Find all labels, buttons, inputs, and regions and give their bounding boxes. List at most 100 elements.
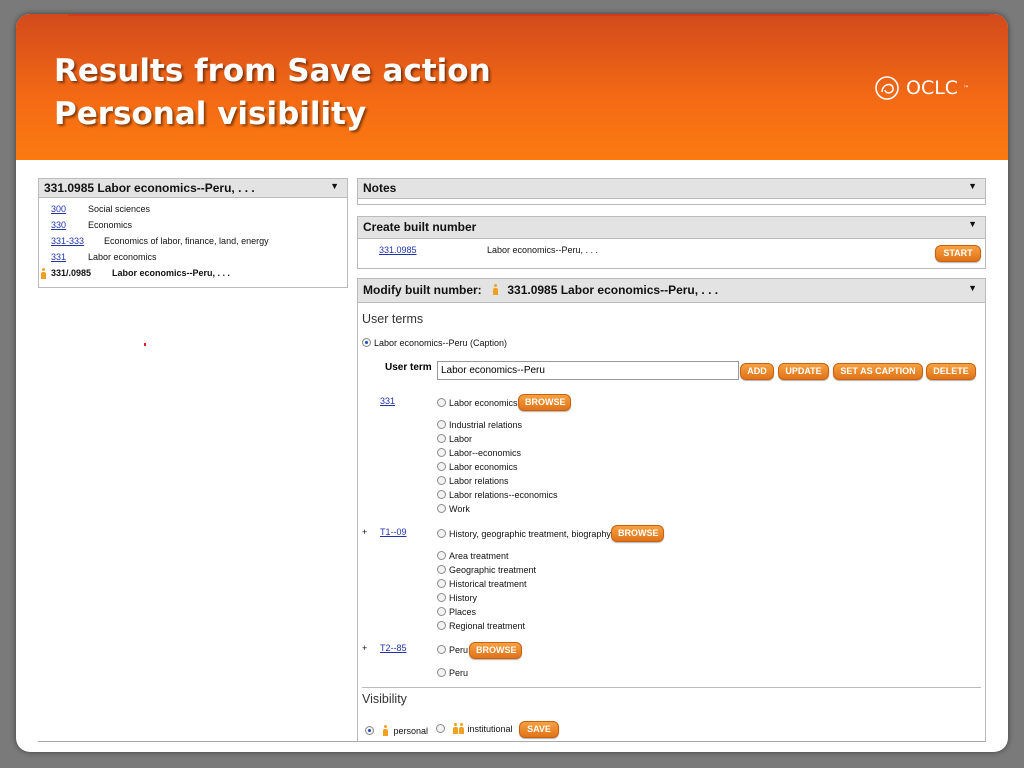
logo-trademark: ™ [963, 84, 970, 92]
term-option-label: Geographic treatment [449, 565, 537, 575]
bottom-border-line [38, 741, 986, 742]
personal-user-icon [493, 284, 498, 295]
term-radio[interactable] [437, 462, 446, 471]
term-group-link[interactable]: T2--85 [380, 643, 407, 653]
add-button[interactable]: ADD [740, 363, 774, 380]
selected-term-option[interactable]: Labor economics--Peru (Caption) [362, 338, 507, 348]
visibility-personal-radio[interactable] [365, 726, 374, 735]
term-radio[interactable] [437, 490, 446, 499]
browse-button[interactable]: BROWSE [469, 642, 522, 659]
hierarchy-label: Labor economics--Peru, . . . [112, 268, 231, 278]
update-button[interactable]: UPDATE [778, 363, 829, 380]
title-line-2: Personal visibility [54, 96, 367, 132]
start-button[interactable]: START [935, 245, 981, 262]
oclc-logo: OCLC ™ [874, 74, 969, 102]
term-option[interactable]: Places [437, 607, 476, 617]
hierarchy-number-link[interactable]: 330 [51, 217, 66, 233]
hierarchy-panel: 331.0985 Labor economics--Peru, . . . ▼ … [38, 178, 348, 288]
save-button[interactable]: SAVE [519, 721, 559, 738]
term-option[interactable]: Area treatment [437, 551, 509, 561]
modify-built-number-panel: Modify built number: 331.0985 Labor econ… [357, 278, 986, 742]
term-option[interactable]: Work [437, 504, 470, 514]
term-option-label: Work [449, 504, 470, 514]
collapse-caret-icon[interactable]: ▼ [968, 219, 977, 229]
term-option[interactable]: Industrial relations [437, 420, 522, 430]
hierarchy-number-link[interactable]: 300 [51, 201, 66, 217]
institutional-group-icon [452, 723, 464, 734]
hierarchy-row: 331-333 Economics of labor, finance, lan… [39, 233, 347, 249]
collapse-caret-icon[interactable]: ▼ [968, 181, 977, 191]
term-radio[interactable] [437, 529, 446, 538]
term-group-link[interactable]: T1--09 [380, 527, 407, 537]
term-option-label: Labor [449, 434, 473, 444]
term-radio[interactable] [437, 398, 446, 407]
term-option[interactable]: Labor relations [437, 476, 509, 486]
expand-plus-icon[interactable]: + [362, 527, 367, 537]
term-radio[interactable] [437, 504, 446, 513]
term-option[interactable]: Labor--economics [437, 448, 521, 458]
term-option-label: History [449, 593, 478, 603]
term-radio[interactable] [437, 607, 446, 616]
visibility-personal-label: personal [393, 726, 429, 736]
term-radio[interactable] [437, 551, 446, 560]
term-radio[interactable] [437, 448, 446, 457]
term-option[interactable]: Labor relations--economics [437, 490, 558, 500]
term-radio[interactable] [437, 621, 446, 630]
term-option-label: Historical treatment [449, 579, 527, 589]
term-radio[interactable] [437, 476, 446, 485]
visibility-institutional-radio[interactable] [436, 724, 445, 733]
term-radio[interactable] [437, 420, 446, 429]
term-option-label: Area treatment [449, 551, 509, 561]
term-group-link[interactable]: 331 [380, 396, 395, 406]
hierarchy-row: 331 Labor economics [39, 249, 347, 265]
term-option-label: History, geographic treatment, biography [449, 529, 611, 539]
hierarchy-label: Economics of labor, finance, land, energ… [104, 236, 269, 246]
term-option-label: Regional treatment [449, 621, 526, 631]
term-option[interactable]: History, geographic treatment, biography [437, 529, 611, 539]
term-option-label: Labor economics [449, 398, 518, 408]
term-radio[interactable] [437, 668, 446, 677]
collapse-caret-icon[interactable]: ▼ [968, 283, 977, 293]
browse-button[interactable]: BROWSE [518, 394, 571, 411]
hierarchy-label: Labor economics [88, 252, 157, 262]
visibility-personal-option[interactable]: personal [365, 723, 428, 736]
term-option[interactable]: Historical treatment [437, 579, 527, 589]
hierarchy-number-link[interactable]: 331-333 [51, 233, 84, 249]
modify-panel-value: 331.0985 Labor economics--Peru, . . . [507, 283, 719, 297]
expand-plus-icon[interactable]: + [362, 643, 367, 653]
hierarchy-number-link[interactable]: 331 [51, 249, 66, 265]
term-option[interactable]: Peru [437, 668, 468, 678]
term-option[interactable]: Labor [437, 434, 472, 444]
term-option[interactable]: Labor economics [437, 462, 518, 472]
built-number-link[interactable]: 331.0985 [379, 245, 417, 255]
hierarchy-label: Social sciences [88, 204, 151, 214]
term-option[interactable]: Geographic treatment [437, 565, 536, 575]
term-option[interactable]: Labor economics [437, 398, 518, 408]
term-option[interactable]: Peru [437, 645, 468, 655]
browse-button[interactable]: BROWSE [611, 525, 664, 542]
selected-term-radio[interactable] [362, 338, 371, 347]
term-radio[interactable] [437, 579, 446, 588]
term-radio[interactable] [437, 434, 446, 443]
slide-title: Results from Save action Personal visibi… [54, 50, 491, 136]
red-dot-mark [144, 343, 146, 346]
notes-panel-header[interactable]: Notes ▼ [358, 179, 985, 199]
term-option-label: Labor relations--economics [449, 490, 558, 500]
hierarchy-panel-header[interactable]: 331.0985 Labor economics--Peru, . . . ▼ [39, 179, 347, 198]
user-term-input[interactable] [437, 361, 739, 380]
term-radio[interactable] [437, 565, 446, 574]
modify-panel-header[interactable]: Modify built number: 331.0985 Labor econ… [358, 279, 985, 303]
term-option[interactable]: History [437, 593, 477, 603]
term-radio[interactable] [437, 593, 446, 602]
term-option-label: Peru [449, 668, 469, 678]
create-panel-header[interactable]: Create built number ▼ [358, 217, 985, 239]
hierarchy-row: 330 Economics [39, 217, 347, 233]
delete-button[interactable]: DELETE [926, 363, 976, 380]
oclc-logo-icon [875, 76, 899, 100]
visibility-institutional-option[interactable]: institutional [436, 723, 513, 734]
term-option-label: Labor economics [449, 462, 518, 472]
term-radio[interactable] [437, 645, 446, 654]
set-as-caption-button[interactable]: SET AS CAPTION [833, 363, 923, 380]
term-option[interactable]: Regional treatment [437, 621, 525, 631]
collapse-caret-icon[interactable]: ▼ [330, 181, 339, 191]
